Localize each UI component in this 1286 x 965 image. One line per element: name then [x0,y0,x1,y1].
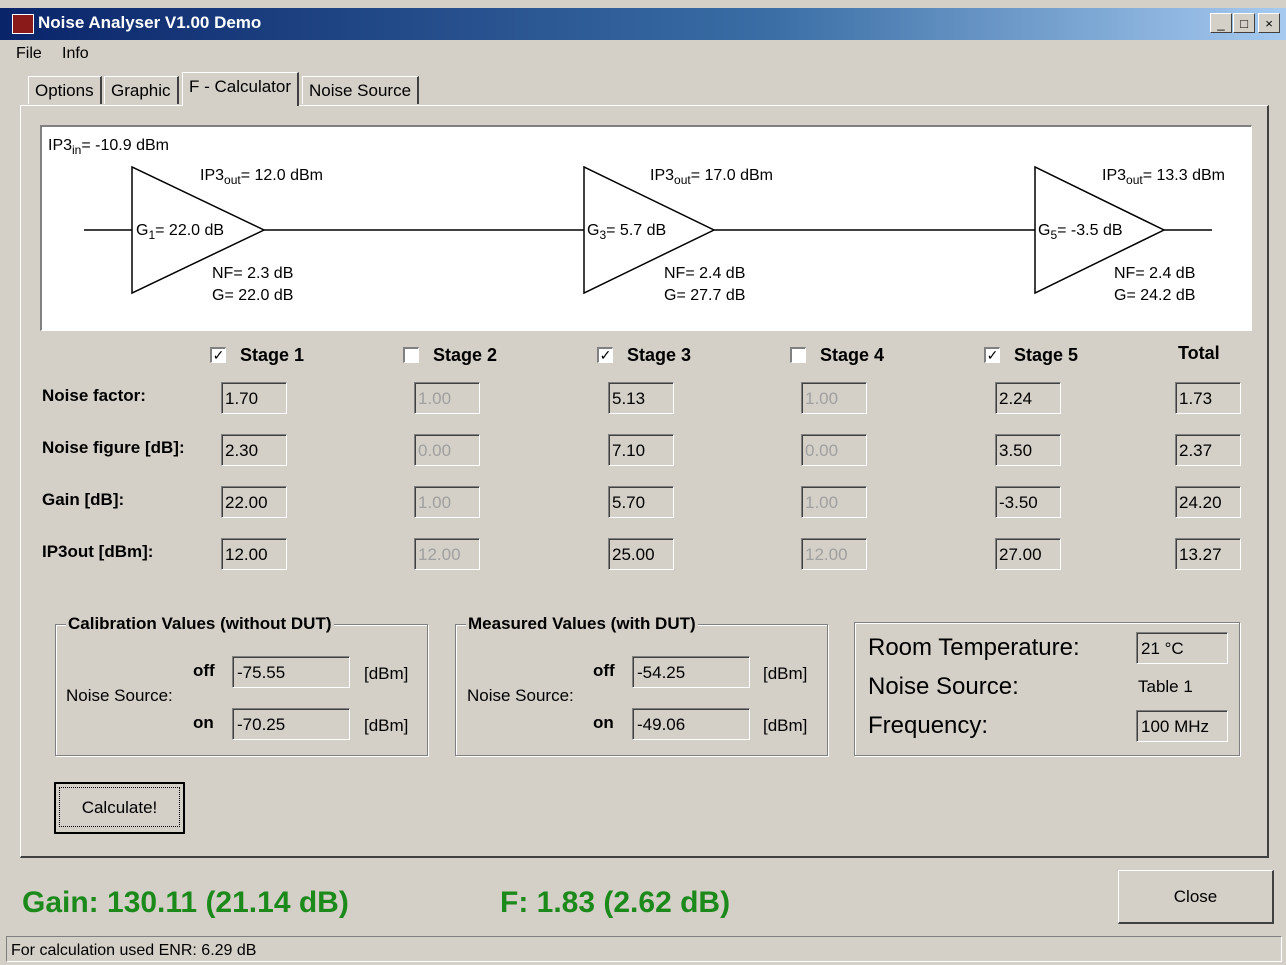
noise-figure-stage4[interactable]: 0.00 [801,434,867,466]
close-window-button[interactable]: × [1258,13,1280,33]
room-temperature-input[interactable]: 21 °C [1136,632,1228,664]
close-button[interactable]: Close [1118,870,1274,924]
ip3out-stage3[interactable]: 25.00 [608,538,674,570]
row-label-noise-figure: Noise figure [dB]: [42,438,185,457]
app-icon [12,14,34,34]
noise-figure-total: 2.37 [1175,434,1241,466]
maximize-button[interactable]: □ [1233,13,1255,33]
stage3-g: G= 27.7 dB [664,287,746,304]
calibration-on-unit: [dBm] [364,716,409,735]
noise-factor-result: F: 1.83 (2.62 dB) [500,886,731,919]
calibration-source-label: Noise Source: [66,686,173,705]
stage1-label: Stage 1 [240,345,305,365]
measured-on-input[interactable]: -49.06 [632,708,750,740]
menu-file[interactable]: File [16,45,42,63]
stage4-checkbox[interactable] [790,347,806,363]
stage1-g: G= 22.0 dB [212,287,294,304]
amplifier-chain-diagram: IP3in= -10.9 dBm IP3out= 12.0 dBm G1= 22… [40,125,1252,331]
noise-source-label: Noise Source: [868,673,1019,700]
calculate-button[interactable]: Calculate! [54,782,185,834]
noise-factor-stage1[interactable]: 1.70 [221,382,287,414]
total-label: Total [1178,343,1220,363]
stage3-checkbox[interactable]: ✓ [597,347,613,363]
gain-stage2[interactable]: 1.00 [414,486,480,518]
row-label-ip3out: IP3out [dBm]: [42,542,154,561]
measured-on-unit: [dBm] [763,716,808,735]
noise-factor-stage5[interactable]: 2.24 [995,382,1061,414]
room-temperature-label: Room Temperature: [868,634,1080,661]
ip3out-stage5[interactable]: 27.00 [995,538,1061,570]
noise-figure-stage5[interactable]: 3.50 [995,434,1061,466]
noise-figure-stage3[interactable]: 7.10 [608,434,674,466]
noise-figure-stage2[interactable]: 0.00 [414,434,480,466]
calibration-on-input[interactable]: -70.25 [232,708,350,740]
noise-factor-stage4[interactable]: 1.00 [801,382,867,414]
menu-info[interactable]: Info [62,45,89,63]
frequency-label: Frequency: [868,712,989,739]
measured-group-title: Measured Values (with DUT) [466,614,698,634]
ip3-in-label: IP3in= -10.9 dBm [48,137,169,158]
noise-factor-stage2[interactable]: 1.00 [414,382,480,414]
stage5-label: Stage 5 [1014,345,1079,365]
gain-stage3[interactable]: 5.70 [608,486,674,518]
measured-off-input[interactable]: -54.25 [632,656,750,688]
stage5-checkbox[interactable]: ✓ [984,347,1000,363]
stage3-nf: NF= 2.4 dB [664,265,746,282]
calculate-button-label: Calculate! [59,787,180,827]
calibration-group-title: Calibration Values (without DUT) [66,614,334,634]
ip3out-total: 13.27 [1175,538,1241,570]
noise-factor-stage3[interactable]: 5.13 [608,382,674,414]
tab-graphic[interactable]: Graphic [104,76,179,104]
stage5-gain: G5= -3.5 dB [1038,222,1123,243]
tab-f-calculator[interactable]: F - Calculator [182,72,300,106]
stage5-nf: NF= 2.4 dB [1114,265,1196,282]
noise-source-value: Table 1 [1138,677,1193,696]
gain-total: 24.20 [1175,486,1241,518]
gain-stage4[interactable]: 1.00 [801,486,867,518]
measured-off-label: off [593,661,615,680]
gain-stage5[interactable]: -3.50 [995,486,1061,518]
stage1-nf: NF= 2.3 dB [212,265,294,282]
stage1-gain: G1= 22.0 dB [136,222,225,243]
tab-noise-source[interactable]: Noise Source [302,76,420,104]
measured-source-label: Noise Source: [467,686,574,705]
stage5-g: G= 24.2 dB [1114,287,1196,304]
row-label-noise-factor: Noise factor: [42,386,146,405]
calibration-on-label: on [193,713,214,732]
measured-on-label: on [593,713,614,732]
stage3-gain: G3= 5.7 dB [587,222,667,243]
row-label-gain: Gain [dB]: [42,490,125,509]
measured-off-unit: [dBm] [763,664,808,683]
calibration-off-input[interactable]: -75.55 [232,656,350,688]
stage3-ip3out: IP3out= 17.0 dBm [650,167,773,188]
frequency-input[interactable]: 100 MHz [1136,710,1228,742]
noise-figure-stage1[interactable]: 2.30 [221,434,287,466]
tab-options[interactable]: Options [28,76,102,104]
stage2-checkbox[interactable] [403,347,419,363]
title-bar[interactable]: Noise Analyser V1.00 Demo _ □ × [0,8,1286,40]
ip3out-stage2[interactable]: 12.00 [414,538,480,570]
calibration-off-label: off [193,661,215,680]
stage3-label: Stage 3 [627,345,692,365]
minimize-button[interactable]: _ [1210,13,1232,33]
ip3out-stage4[interactable]: 12.00 [801,538,867,570]
stage4-label: Stage 4 [820,345,885,365]
stage1-ip3out: IP3out= 12.0 dBm [200,167,323,188]
ip3out-stage1[interactable]: 12.00 [221,538,287,570]
window-title: Noise Analyser V1.00 Demo [38,13,262,32]
status-bar: For calculation used ENR: 6.29 dB [6,936,1282,962]
stage2-label: Stage 2 [433,345,498,365]
calibration-off-unit: [dBm] [364,664,409,683]
gain-stage1[interactable]: 22.00 [221,486,287,518]
stage1-checkbox[interactable]: ✓ [210,347,226,363]
stage5-ip3out: IP3out= 13.3 dBm [1102,167,1225,188]
noise-factor-total: 1.73 [1175,382,1241,414]
gain-result: Gain: 130.11 (21.14 dB) [22,886,349,919]
